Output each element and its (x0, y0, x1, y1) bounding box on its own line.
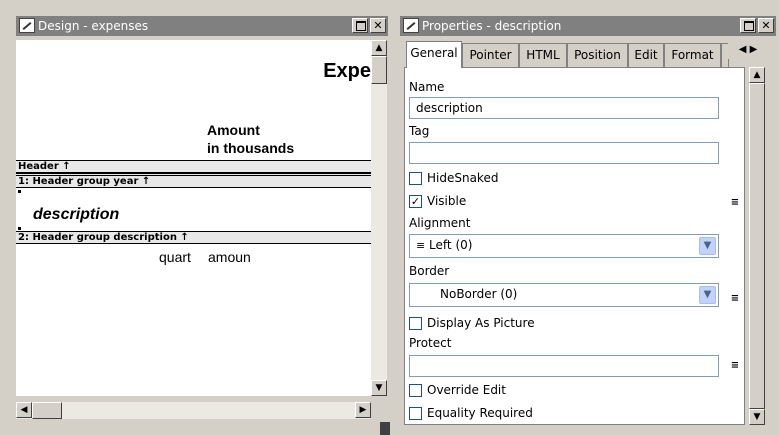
scroll-down-button[interactable]: ▼ (749, 409, 765, 425)
chevron-down-icon[interactable]: ▼ (699, 237, 716, 255)
border-label: Border (409, 264, 450, 278)
amount-heading: Amount (207, 122, 260, 138)
tab-position[interactable]: Position (567, 43, 628, 67)
alignment-value: Left (0) (429, 238, 473, 252)
design-vertical-scrollbar[interactable]: ▲ ▼ (371, 40, 387, 396)
scroll-down-button[interactable]: ▼ (371, 380, 387, 396)
tab-edit[interactable]: Edit (628, 43, 664, 67)
override-edit-checkbox[interactable] (409, 384, 422, 397)
expression-button[interactable]: ≡ (728, 359, 742, 373)
properties-vertical-scrollbar[interactable]: ▲ ▼ (749, 67, 765, 425)
field-handle (18, 227, 21, 230)
tab-scroll-arrows[interactable]: ◀ ▶ (728, 41, 768, 59)
amount-heading-line2: in thousands (207, 140, 295, 156)
maximize-button[interactable] (740, 18, 756, 33)
display-as-picture-label: Display As Picture (427, 316, 535, 330)
equality-required-label: Equality Required (427, 406, 533, 420)
band-header-group-year[interactable]: 1: Header group year ↑ (16, 173, 371, 188)
description-field[interactable]: description (33, 206, 119, 224)
properties-window-title: Properties - description (422, 19, 562, 33)
border-select[interactable]: NoBorder (0) (409, 283, 719, 307)
tag-label: Tag (409, 124, 430, 138)
band-header-group-description[interactable]: 2: Header group description ↑ (16, 231, 371, 244)
protect-label: Protect (409, 336, 452, 350)
border-value: NoBorder (0) (440, 287, 518, 301)
quart-field[interactable]: quart (159, 249, 191, 265)
report-title-text: Expe (323, 60, 371, 82)
tab-pointer[interactable]: Pointer (462, 43, 519, 67)
tab-general[interactable]: General (406, 41, 462, 68)
visible-checkbox[interactable]: ✓ (409, 195, 422, 208)
name-field[interactable]: description (409, 97, 719, 119)
scroll-left-button[interactable]: ◀ (16, 402, 32, 418)
alignment-label: Alignment (409, 216, 471, 230)
scroll-thumb[interactable] (32, 402, 62, 419)
design-horizontal-scrollbar[interactable]: ◀ ▶ (16, 402, 371, 419)
visible-label: Visible (427, 194, 467, 208)
scroll-up-button[interactable]: ▲ (749, 67, 765, 83)
properties-window-icon (403, 18, 419, 33)
design-title-bar[interactable]: Design - expenses ✕ (16, 16, 388, 36)
hidesnaked-checkbox[interactable] (409, 172, 422, 185)
design-window-icon (19, 18, 35, 33)
protect-field[interactable] (409, 355, 719, 377)
scroll-up-button[interactable]: ▲ (371, 40, 387, 56)
design-canvas[interactable]: Expe Amount in thousands Header ↑ 1: Hea… (16, 40, 371, 396)
amount-field[interactable]: amoun (208, 249, 251, 265)
tab-format[interactable]: Format (664, 43, 721, 67)
override-edit-label: Override Edit (427, 383, 506, 397)
align-left-icon: ≡ (416, 239, 426, 252)
scroll-thumb[interactable] (371, 56, 387, 84)
scroll-right-button[interactable]: ▶ (355, 402, 371, 418)
expression-button[interactable]: ≡ (728, 196, 742, 210)
close-button[interactable]: ✕ (370, 18, 386, 33)
expression-button[interactable]: ≡ (728, 292, 742, 306)
field-handle (18, 190, 21, 193)
tab-html[interactable]: HTML (519, 43, 567, 67)
properties-title-bar[interactable]: Properties - description ✕ (400, 16, 776, 36)
maximize-button[interactable] (352, 18, 368, 33)
display-as-picture-checkbox[interactable] (409, 317, 422, 330)
chevron-down-icon[interactable]: ▼ (699, 286, 716, 304)
close-button[interactable]: ✕ (758, 18, 774, 33)
band-header[interactable]: Header ↑ (16, 160, 371, 173)
alignment-select[interactable]: ≡ Left (0) (409, 234, 719, 258)
tag-field[interactable] (409, 142, 719, 164)
scroll-thumb[interactable] (749, 83, 765, 409)
size-grip[interactable] (380, 422, 390, 435)
name-label: Name (409, 80, 445, 94)
design-window-title: Design - expenses (38, 19, 149, 33)
equality-required-checkbox[interactable] (409, 407, 422, 420)
hidesnaked-label: HideSnaked (427, 171, 499, 185)
